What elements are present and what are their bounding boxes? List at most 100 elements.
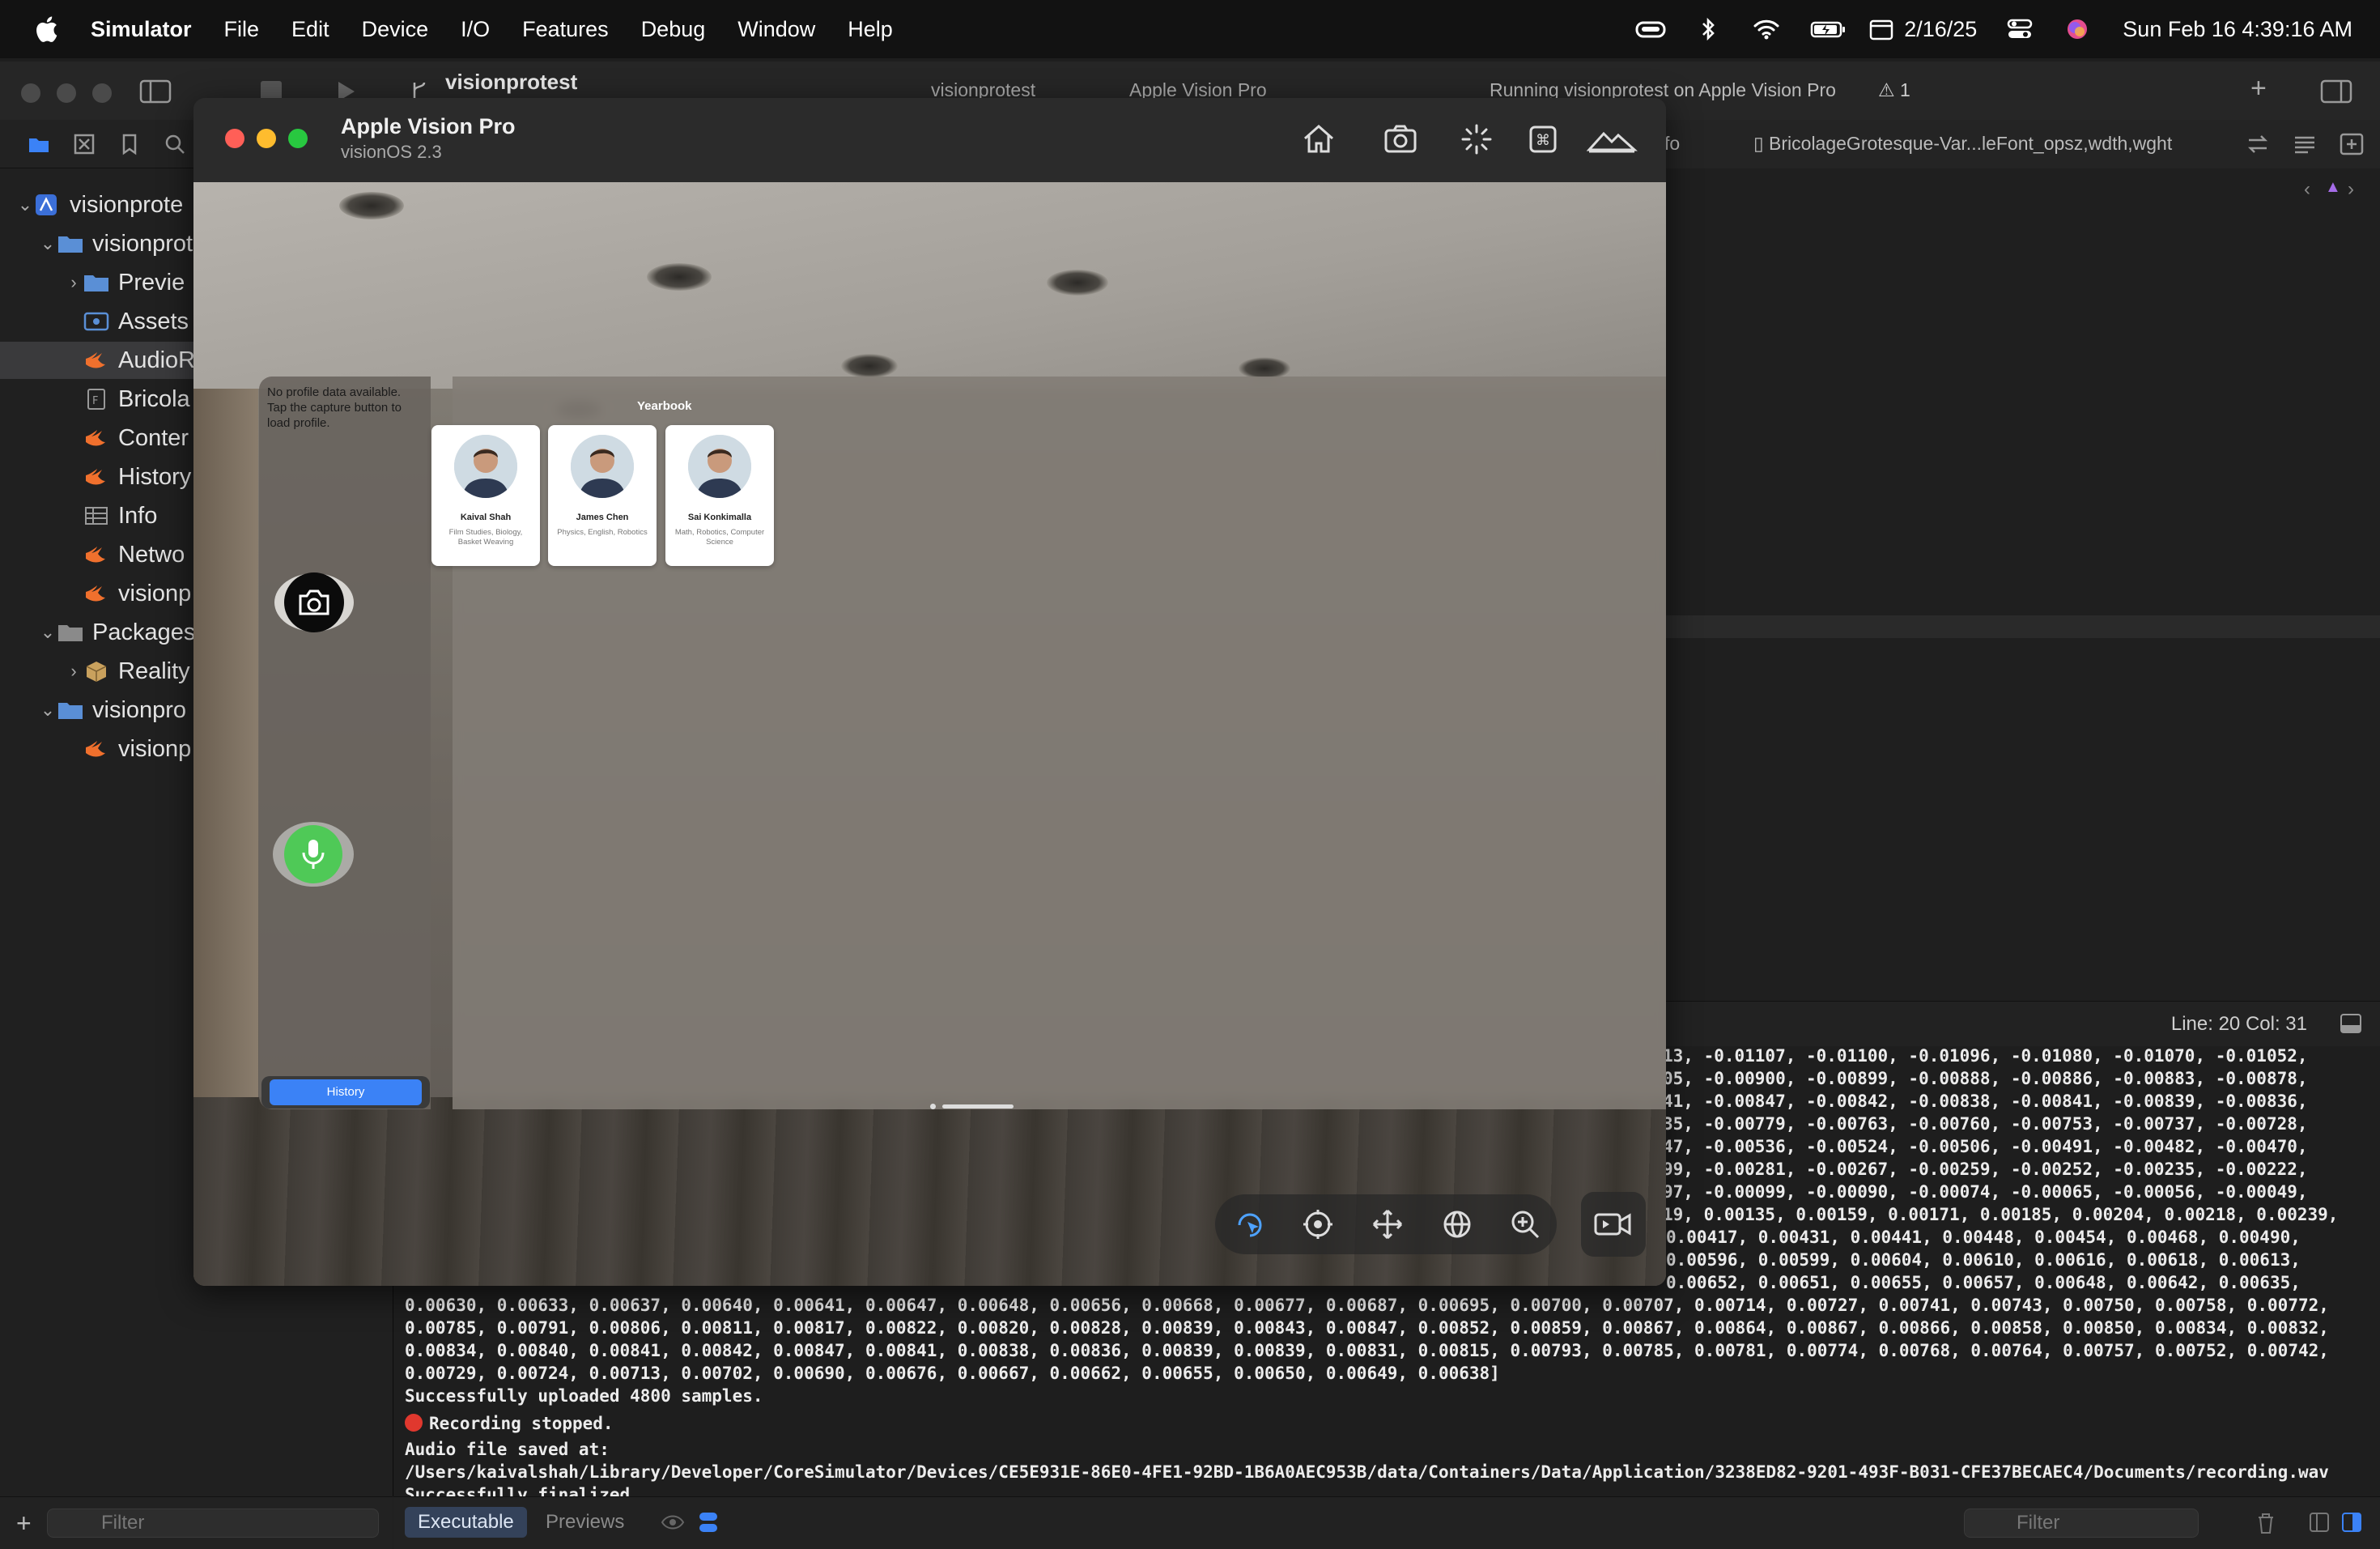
eye-icon[interactable] — [661, 1512, 685, 1533]
xcode-window-controls — [21, 83, 112, 103]
keyboard-command-icon[interactable]: ⌘ — [1523, 119, 1563, 160]
bookmark-navigator-icon[interactable] — [118, 133, 141, 155]
add-file-icon[interactable]: + — [16, 1509, 32, 1538]
tab-previews[interactable]: Previews — [533, 1507, 637, 1538]
line-column-indicator: Line: 20 Col: 31 — [2170, 1013, 2307, 1035]
menu-app-name[interactable]: Simulator — [91, 17, 192, 42]
orbit-icon[interactable] — [1440, 1207, 1474, 1241]
menu-features[interactable]: Features — [522, 17, 609, 42]
tab-font-file[interactable]: ▯ BricolageGrotesque-Var...leFont_opsz,w… — [1753, 133, 2172, 155]
wifi-icon[interactable] — [1752, 17, 1781, 41]
home-icon[interactable] — [1298, 119, 1339, 160]
profile-card[interactable]: Kaival Shah Film Studies, Biology, Baske… — [431, 425, 540, 566]
warning-count[interactable]: ⚠ 1 — [1878, 79, 1910, 101]
chevron-left-icon[interactable]: ‹ — [2304, 178, 2310, 201]
zoom-icon[interactable] — [1508, 1207, 1542, 1241]
room-floor — [193, 1097, 1666, 1286]
yearbook-title: Yearbook — [637, 399, 692, 413]
menu-help[interactable]: Help — [848, 17, 893, 42]
minimize-button[interactable] — [257, 129, 276, 148]
red-circle-icon — [405, 1414, 423, 1432]
console-line: 05, -0.00900, -0.00899, -0.00888, -0.008… — [1663, 1069, 2308, 1088]
menu-window[interactable]: Window — [737, 17, 815, 42]
console-line: 0.00417, 0.00431, 0.00441, 0.00448, 0.00… — [1666, 1228, 2301, 1247]
menu-debug[interactable]: Debug — [641, 17, 706, 42]
toggles-icon[interactable] — [698, 1510, 719, 1534]
control-center-icon[interactable] — [2006, 17, 2035, 41]
zoom-button[interactable] — [92, 83, 112, 103]
related-items-icon[interactable] — [2246, 133, 2270, 155]
split-left-icon[interactable] — [2309, 1512, 2330, 1533]
source-control-navigator-icon[interactable] — [73, 133, 96, 155]
swift-icon — [83, 581, 110, 606]
project-navigator-icon[interactable] — [28, 133, 50, 155]
issue-warning-icon[interactable]: ▲ — [2325, 178, 2341, 197]
menu-file[interactable]: File — [224, 17, 260, 42]
folder-icon — [57, 698, 84, 722]
toggle-debug-area-icon[interactable] — [2340, 1013, 2362, 1034]
chevron-right-icon[interactable]: › — [65, 661, 83, 682]
tree-row-label: Conter — [118, 424, 189, 451]
window-close-dot[interactable] — [930, 1104, 936, 1109]
card-subjects: Physics, English, Robotics — [557, 528, 648, 537]
camera-icon — [299, 589, 329, 615]
vision-pro-viewport[interactable]: No profile data available. Tap the captu… — [193, 182, 1666, 1286]
close-button[interactable] — [225, 129, 244, 148]
tab-info-partial[interactable]: fo — [1664, 133, 1680, 155]
chevron-right-icon[interactable]: › — [2348, 178, 2354, 201]
tree-row-label: Previe — [118, 269, 185, 296]
siri-icon[interactable] — [2064, 17, 2093, 41]
vision-pro-headset-icon[interactable] — [1635, 17, 1666, 41]
ceiling-light — [841, 354, 898, 378]
loading-spinner-icon[interactable] — [1456, 119, 1497, 160]
swift-icon — [83, 426, 110, 450]
menu-bar-clock[interactable]: Sun Feb 16 4:39:16 AM — [2123, 17, 2352, 42]
tree-row-label: Packages — [92, 619, 196, 645]
battery-icon[interactable] — [1810, 17, 1846, 41]
chevron-down-icon[interactable]: ⌄ — [39, 622, 57, 643]
record-button[interactable] — [273, 822, 354, 887]
date-widget[interactable]: 2/16/25 — [1868, 17, 1977, 42]
add-tab-icon[interactable]: + — [2250, 73, 2267, 104]
tab-executable[interactable]: Executable — [405, 1507, 527, 1538]
card-name: James Chen — [576, 513, 629, 522]
apple-logo-icon[interactable] — [34, 15, 58, 43]
navigator-filter-input[interactable]: Filter — [47, 1509, 379, 1538]
menu-edit[interactable]: Edit — [291, 17, 329, 42]
environment-icon[interactable] — [1586, 119, 1638, 160]
window-grabber[interactable] — [930, 1104, 1014, 1109]
chevron-down-icon[interactable]: ⌄ — [39, 233, 57, 254]
interact-pointer-icon[interactable] — [1233, 1207, 1267, 1241]
close-button[interactable] — [21, 83, 40, 103]
chevron-right-icon[interactable]: › — [65, 272, 83, 293]
zoom-button[interactable] — [288, 129, 308, 148]
tree-row-label: Assets — [118, 308, 189, 334]
minimize-button[interactable] — [57, 83, 76, 103]
simulator-window-controls — [225, 129, 308, 148]
window-bar-handle[interactable] — [942, 1104, 1014, 1109]
menu-device[interactable]: Device — [362, 17, 429, 42]
warning-count-label: 1 — [1900, 79, 1910, 100]
bluetooth-icon[interactable] — [1694, 17, 1723, 41]
profile-card[interactable]: James Chen Physics, English, Robotics — [548, 425, 657, 566]
find-navigator-icon[interactable] — [164, 133, 186, 155]
look-icon[interactable] — [1301, 1207, 1335, 1241]
menu-io[interactable]: I/O — [461, 17, 490, 42]
editor-options-icon[interactable] — [2293, 133, 2317, 155]
capture-button[interactable] — [274, 572, 354, 632]
profile-card[interactable]: Sai Konkimalla Math, Robotics, Computer … — [665, 425, 774, 566]
add-editor-icon[interactable] — [2340, 133, 2364, 155]
chevron-down-icon[interactable]: ⌄ — [39, 700, 57, 721]
package-icon — [83, 659, 110, 683]
console-filter-input[interactable]: Filter — [1964, 1509, 2199, 1538]
screenshot-icon[interactable] — [1379, 119, 1420, 160]
pan-move-icon[interactable] — [1371, 1207, 1405, 1241]
split-right-icon[interactable] — [2341, 1512, 2362, 1533]
tab-font-file-label: BricolageGrotesque-Var...leFont_opsz,wdt… — [1769, 133, 2173, 154]
trash-icon[interactable] — [2255, 1512, 2276, 1534]
record-video-button[interactable] — [1581, 1192, 1646, 1257]
inspector-toggle-icon[interactable] — [2320, 79, 2352, 104]
chevron-down-icon[interactable]: ⌄ — [16, 194, 34, 215]
history-button[interactable]: History — [270, 1079, 422, 1105]
sidebar-toggle-icon[interactable] — [139, 79, 172, 104]
